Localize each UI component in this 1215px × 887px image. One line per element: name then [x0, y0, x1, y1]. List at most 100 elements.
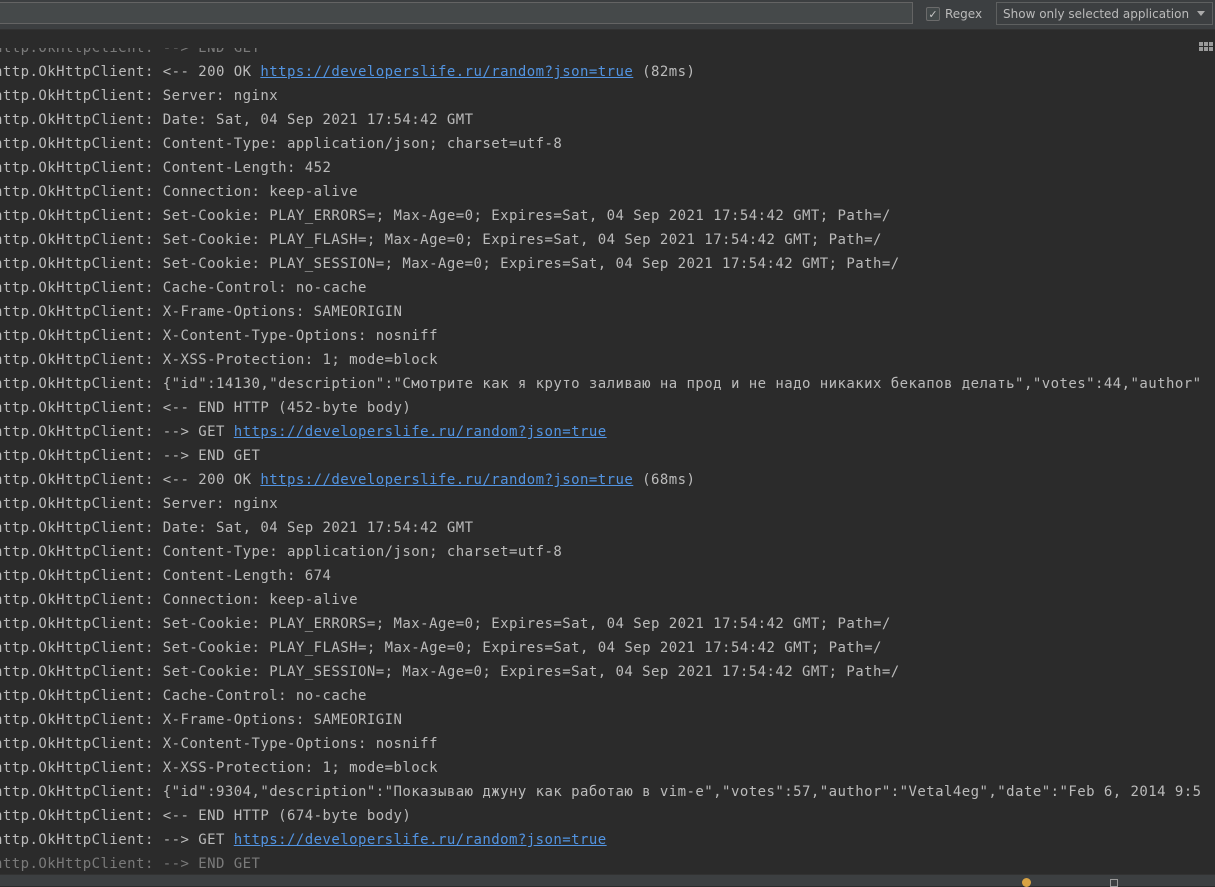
regex-toggle[interactable]: ✓ Regex: [926, 5, 982, 23]
log-line: http.OkHttpClient: Set-Cookie: PLAY_FLAS…: [0, 636, 1215, 660]
log-line: http.OkHttpClient: Set-Cookie: PLAY_SESS…: [0, 660, 1215, 684]
log-tag: http.OkHttpClient:: [0, 160, 163, 176]
log-line: http.OkHttpClient: Content-Type: applica…: [0, 132, 1215, 156]
log-tag: http.OkHttpClient:: [0, 376, 163, 392]
log-message: Set-Cookie: PLAY_FLASH=; Max-Age=0; Expi…: [162, 640, 882, 656]
log-message: --> END GET: [162, 856, 261, 872]
log-line: http.OkHttpClient: Connection: keep-aliv…: [0, 588, 1215, 612]
log-tag: http.OkHttpClient:: [0, 520, 163, 536]
log-tag: http.OkHttpClient:: [0, 88, 163, 104]
log-message: Date: Sat, 04 Sep 2021 17:54:42 GMT: [162, 520, 474, 536]
log-line: http.OkHttpClient: X-XSS-Protection: 1; …: [0, 348, 1215, 372]
log-tag: http.OkHttpClient:: [0, 136, 163, 152]
log-line: http.OkHttpClient: X-Content-Type-Option…: [0, 732, 1215, 756]
log-line: http.OkHttpClient: {"id":14130,"descript…: [0, 372, 1215, 396]
log-tag: http.OkHttpClient:: [0, 568, 163, 584]
log-message: Connection: keep-alive: [162, 592, 359, 608]
log-tag: http.OkHttpClient:: [0, 304, 163, 320]
status-bar: [0, 874, 1215, 887]
log-tag: http.OkHttpClient:: [0, 232, 163, 248]
log-tag: http.OkHttpClient:: [0, 688, 163, 704]
log-line: http.OkHttpClient: Content-Type: applica…: [0, 540, 1215, 564]
log-tag: http.OkHttpClient:: [0, 616, 163, 632]
log-message: Content-Length: 452: [162, 160, 332, 176]
log-message: X-Content-Type-Options: nosniff: [162, 736, 438, 752]
log-message: --> GET: [162, 424, 234, 440]
log-message: Set-Cookie: PLAY_ERRORS=; Max-Age=0; Exp…: [162, 616, 891, 632]
log-line: http.OkHttpClient: --> END GET: [0, 48, 1215, 60]
log-tag: http.OkHttpClient:: [0, 328, 163, 344]
log-url-link[interactable]: https://developerslife.ru/random?json=tr…: [260, 64, 633, 80]
log-line: http.OkHttpClient: --> GET https://devel…: [0, 828, 1215, 852]
log-line: http.OkHttpClient: Cache-Control: no-cac…: [0, 276, 1215, 300]
log-tag: http.OkHttpClient:: [0, 280, 163, 296]
log-message: --> END GET: [162, 48, 261, 56]
log-line: http.OkHttpClient: Connection: keep-aliv…: [0, 180, 1215, 204]
log-tag: http.OkHttpClient:: [0, 808, 163, 824]
log-tag: http.OkHttpClient:: [0, 760, 163, 776]
layout-box-icon[interactable]: [1110, 879, 1118, 887]
log-url-link[interactable]: https://developerslife.ru/random?json=tr…: [234, 424, 607, 440]
log-line: http.OkHttpClient: <-- 200 OK https://de…: [0, 468, 1215, 492]
log-tag: http.OkHttpClient:: [0, 256, 163, 272]
log-message: --> GET: [162, 832, 234, 848]
log-message: Set-Cookie: PLAY_SESSION=; Max-Age=0; Ex…: [162, 664, 900, 680]
log-output[interactable]: http.OkHttpClient: --> END GET http.OkHtt…: [0, 48, 1215, 883]
log-message: <-- 200 OK: [162, 64, 261, 80]
log-message: Content-Type: application/json; charset=…: [162, 544, 563, 560]
chevron-down-icon: [1197, 11, 1205, 16]
log-line: http.OkHttpClient: <-- 200 OK https://de…: [0, 60, 1215, 84]
log-tag: http.OkHttpClient:: [0, 400, 163, 416]
log-filter-input[interactable]: [0, 2, 913, 24]
log-line: http.OkHttpClient: <-- END HTTP (674-byt…: [0, 804, 1215, 828]
log-line: http.OkHttpClient: --> END GET: [0, 444, 1215, 468]
log-line: http.OkHttpClient: Date: Sat, 04 Sep 202…: [0, 516, 1215, 540]
log-tag: http.OkHttpClient:: [0, 784, 163, 800]
log-tag: http.OkHttpClient:: [0, 424, 163, 440]
log-message-suffix: (68ms): [633, 472, 696, 488]
log-message: {"id":9304,"description":"Показываю джун…: [162, 784, 1202, 800]
log-tag: http.OkHttpClient:: [0, 832, 163, 848]
log-tag: http.OkHttpClient:: [0, 352, 163, 368]
log-tag: http.OkHttpClient:: [0, 592, 163, 608]
log-message: Content-Length: 674: [162, 568, 332, 584]
log-message: --> END GET: [162, 448, 261, 464]
log-url-link[interactable]: https://developerslife.ru/random?json=tr…: [234, 832, 607, 848]
warning-dot-icon[interactable]: [1022, 878, 1031, 887]
log-line: http.OkHttpClient: Cache-Control: no-cac…: [0, 684, 1215, 708]
log-message: X-Frame-Options: SAMEORIGIN: [162, 304, 403, 320]
log-tag: http.OkHttpClient:: [0, 664, 163, 680]
log-message: Server: nginx: [162, 88, 279, 104]
log-tag: http.OkHttpClient:: [0, 640, 163, 656]
log-message: Content-Type: application/json; charset=…: [162, 136, 563, 152]
log-message: Cache-Control: no-cache: [162, 688, 367, 704]
log-message: X-Frame-Options: SAMEORIGIN: [162, 712, 403, 728]
app-filter-value: Show only selected application: [1003, 6, 1190, 21]
log-line: http.OkHttpClient: <-- END HTTP (452-byt…: [0, 396, 1215, 420]
log-line: http.OkHttpClient: Date: Sat, 04 Sep 202…: [0, 108, 1215, 132]
log-tag: http.OkHttpClient:: [0, 64, 163, 80]
log-line: http.OkHttpClient: Set-Cookie: PLAY_FLAS…: [0, 228, 1215, 252]
app-filter-select[interactable]: Show only selected application: [996, 2, 1213, 25]
regex-checkbox[interactable]: ✓: [926, 7, 940, 21]
log-message: X-XSS-Protection: 1; mode=block: [162, 760, 438, 776]
log-line: http.OkHttpClient: --> END GET: [0, 852, 1215, 876]
log-message: Set-Cookie: PLAY_FLASH=; Max-Age=0; Expi…: [162, 232, 882, 248]
log-line: http.OkHttpClient: Set-Cookie: PLAY_ERRO…: [0, 204, 1215, 228]
log-tag: http.OkHttpClient:: [0, 208, 163, 224]
log-tag: http.OkHttpClient:: [0, 496, 163, 512]
log-line: http.OkHttpClient: Content-Length: 674: [0, 564, 1215, 588]
log-line: http.OkHttpClient: Set-Cookie: PLAY_ERRO…: [0, 612, 1215, 636]
log-url-link[interactable]: https://developerslife.ru/random?json=tr…: [260, 472, 633, 488]
log-message: <-- 200 OK: [162, 472, 261, 488]
log-line: http.OkHttpClient: Server: nginx: [0, 492, 1215, 516]
log-message: Server: nginx: [162, 496, 279, 512]
logcat-toolbar: ✓ Regex Show only selected application: [0, 0, 1215, 30]
log-message: X-XSS-Protection: 1; mode=block: [162, 352, 438, 368]
log-line: http.OkHttpClient: Set-Cookie: PLAY_SESS…: [0, 252, 1215, 276]
log-line: http.OkHttpClient: {"id":9304,"descripti…: [0, 780, 1215, 804]
log-tag: http.OkHttpClient:: [0, 448, 163, 464]
log-tag: http.OkHttpClient:: [0, 112, 163, 128]
log-message: Set-Cookie: PLAY_ERRORS=; Max-Age=0; Exp…: [162, 208, 891, 224]
regex-label: Regex: [945, 7, 983, 21]
